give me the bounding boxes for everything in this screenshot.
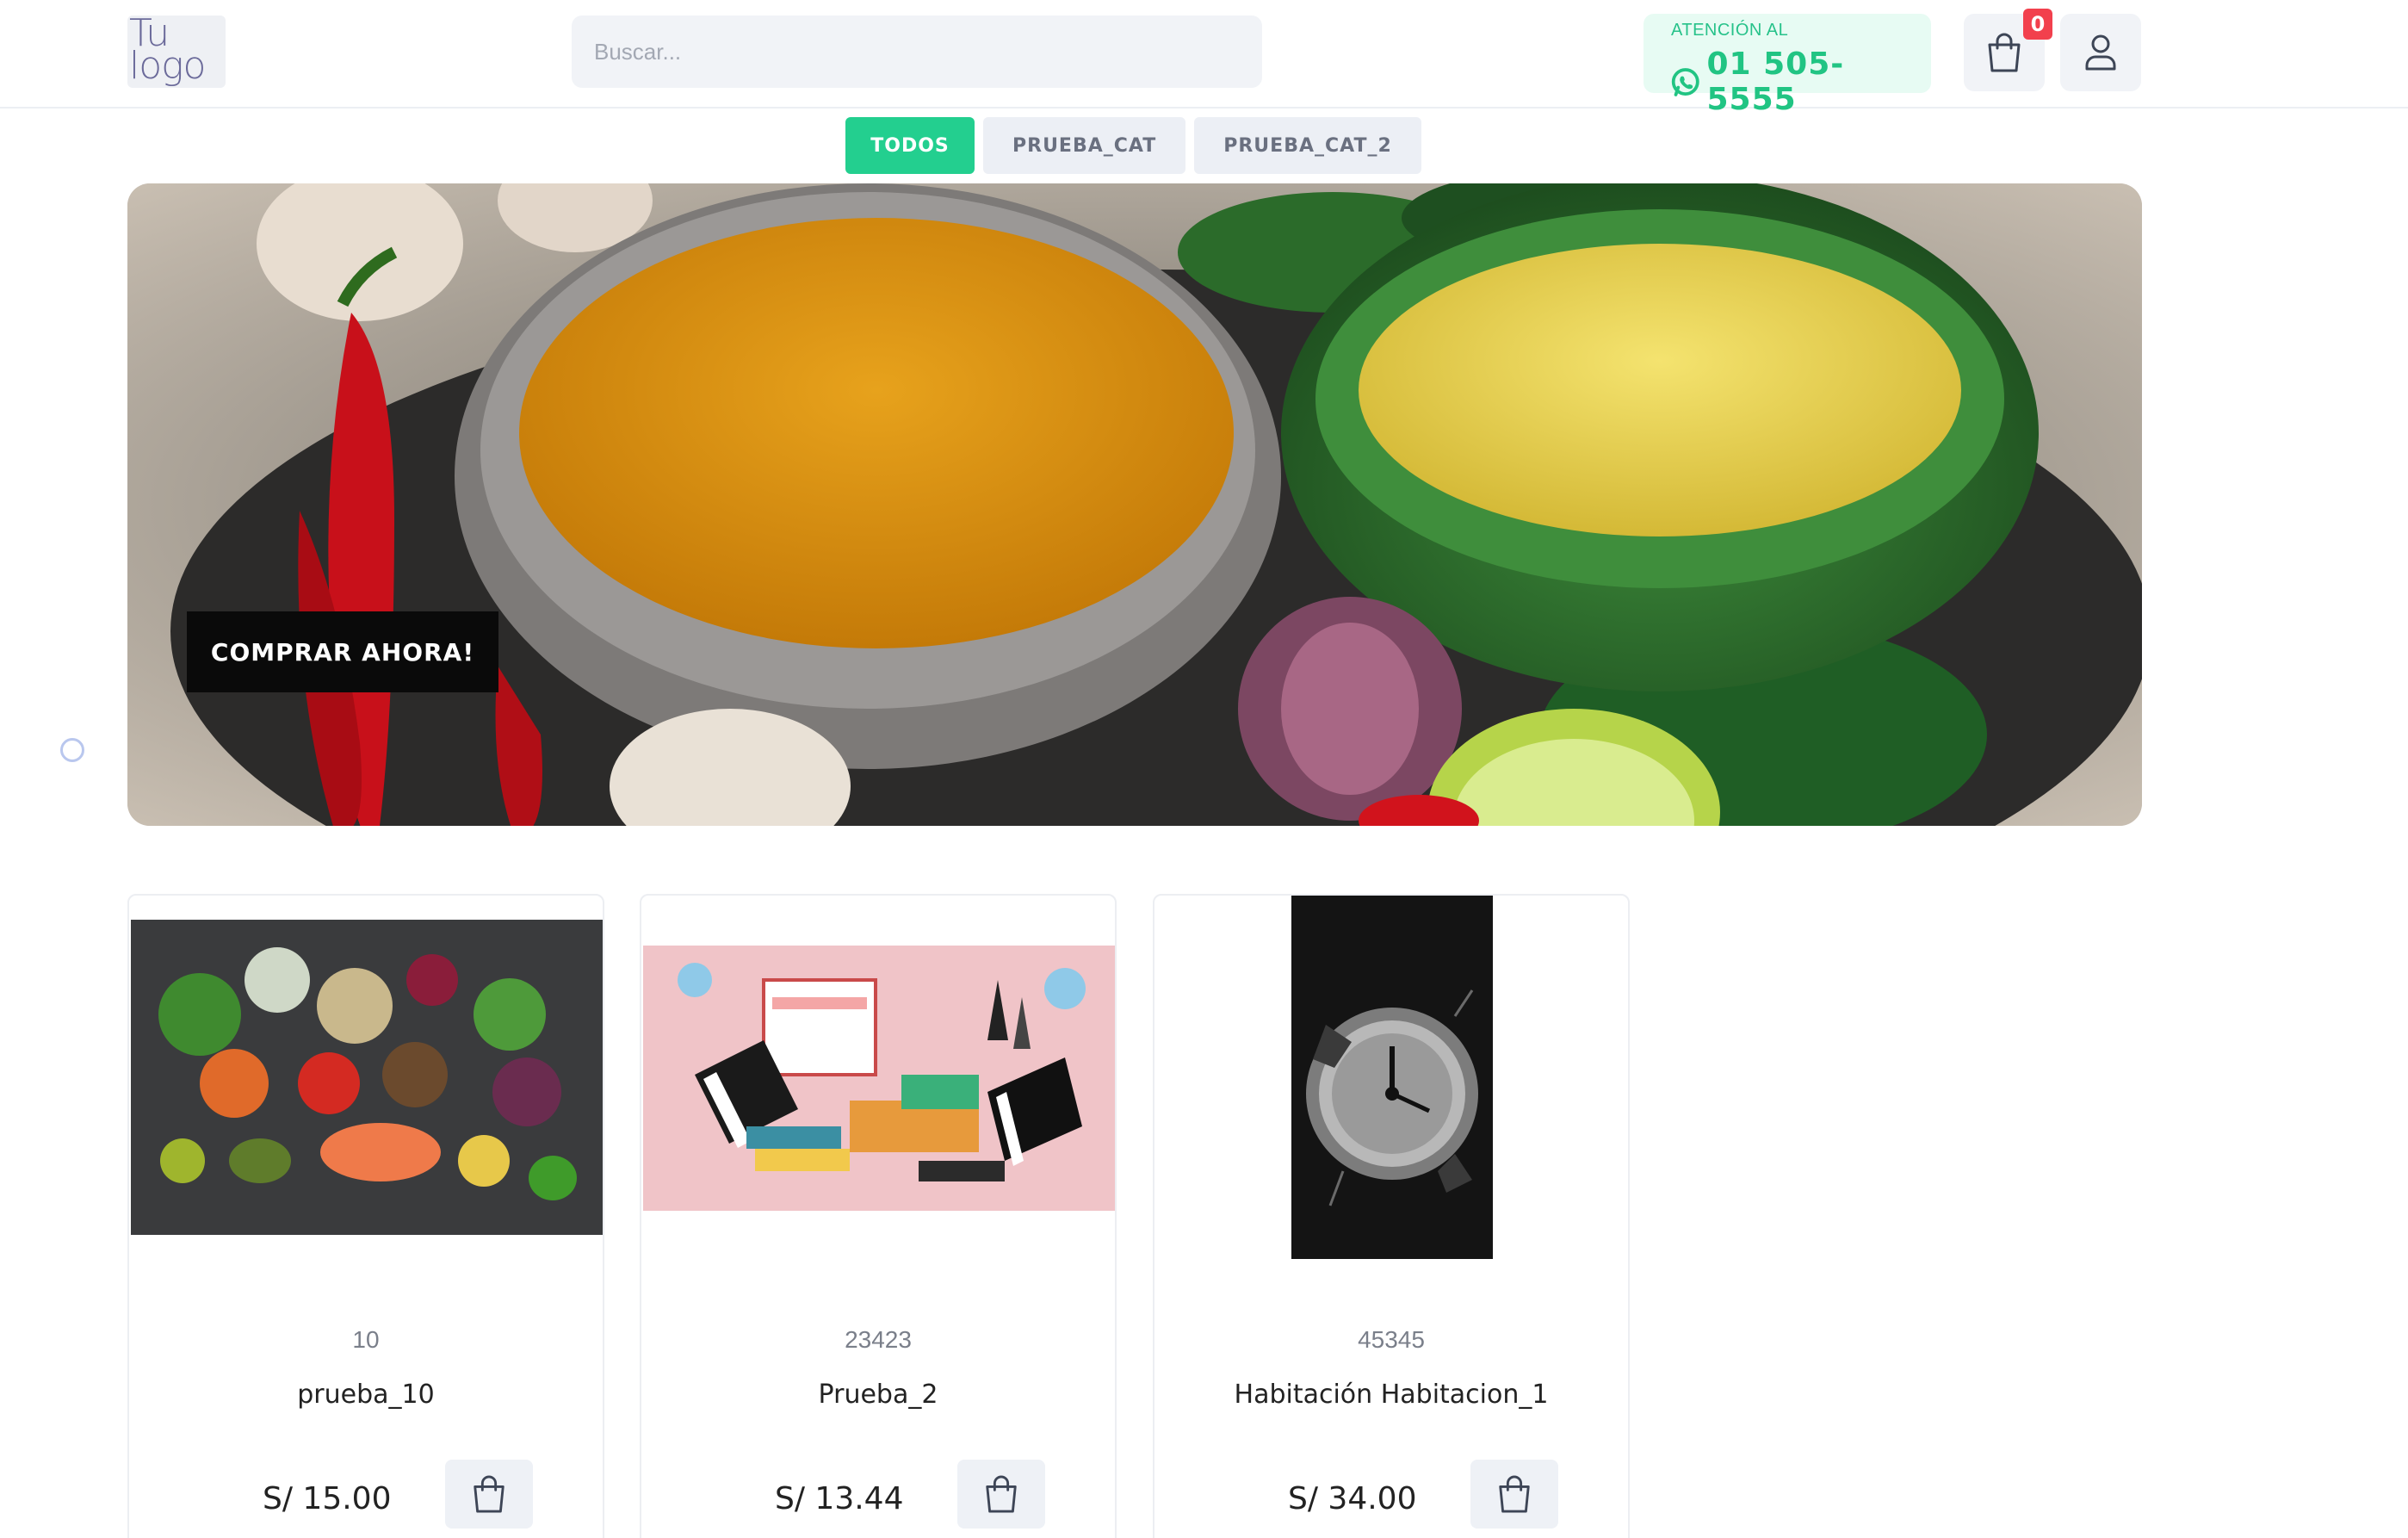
hero-spices-image bbox=[127, 183, 2142, 826]
product-price: S/ 15.00 bbox=[263, 1481, 392, 1516]
product-price: S/ 34.00 bbox=[1288, 1481, 1417, 1516]
site-header: Tu logo ATENCIÓN AL 01 505-5555 0 bbox=[0, 0, 2408, 117]
whatsapp-icon bbox=[1671, 68, 1699, 96]
product-image[interactable] bbox=[1291, 896, 1493, 1259]
shopping-bag-icon bbox=[474, 1475, 505, 1513]
product-image-clock bbox=[1291, 896, 1493, 1259]
product-code: 10 bbox=[352, 1326, 380, 1353]
product-card[interactable]: 10 prueba_10 S/ 15.00 bbox=[127, 894, 604, 1538]
cart-count-badge: 0 bbox=[2023, 9, 2052, 40]
contact-phone-box[interactable]: ATENCIÓN AL 01 505-5555 bbox=[1644, 14, 1931, 117]
user-icon bbox=[2085, 34, 2116, 71]
logo[interactable]: Tu logo bbox=[127, 15, 226, 88]
product-name[interactable]: prueba_10 bbox=[129, 1380, 603, 1410]
shopping-bag-icon bbox=[1988, 33, 2021, 72]
product-name[interactable]: Habitación Habitacion_1 bbox=[1154, 1380, 1628, 1410]
product-card[interactable]: 45345 Habitación Habitacion_1 S/ 34.00 bbox=[1153, 894, 1630, 1538]
product-image[interactable] bbox=[131, 920, 603, 1235]
contact-row: 01 505-5555 bbox=[1669, 47, 1931, 117]
add-to-cart-button[interactable] bbox=[445, 1460, 533, 1529]
product-image[interactable] bbox=[643, 946, 1115, 1211]
product-image-illustration bbox=[643, 946, 1115, 1211]
carousel-dot-2[interactable] bbox=[91, 738, 115, 762]
product-card[interactable]: 23423 Prueba_2 S/ 13.44 bbox=[640, 894, 1117, 1538]
carousel-dot-1[interactable] bbox=[60, 738, 84, 762]
add-to-cart-button[interactable] bbox=[957, 1460, 1045, 1529]
category-tabs: TODOS PRUEBA_CAT PRUEBA_CAT_2 bbox=[845, 117, 1421, 174]
user-account-button[interactable] bbox=[2060, 14, 2141, 91]
product-code: 45345 bbox=[1358, 1326, 1425, 1353]
product-price: S/ 13.44 bbox=[775, 1481, 904, 1516]
tab-prueba-cat-2[interactable]: PRUEBA_CAT_2 bbox=[1194, 117, 1421, 174]
contact-phone: 01 505-5555 bbox=[1706, 47, 1845, 117]
tab-todos[interactable]: TODOS bbox=[845, 117, 975, 174]
contact-label: ATENCIÓN AL bbox=[1671, 21, 1789, 40]
shopping-bag-icon bbox=[986, 1475, 1017, 1513]
product-code: 23423 bbox=[845, 1326, 912, 1353]
tab-prueba-cat[interactable]: PRUEBA_CAT bbox=[983, 117, 1186, 174]
add-to-cart-button[interactable] bbox=[1470, 1460, 1558, 1529]
logo-text-line2: logo bbox=[129, 44, 206, 88]
shopping-bag-icon bbox=[1499, 1475, 1530, 1513]
product-image-food bbox=[131, 920, 603, 1235]
carousel-dots bbox=[60, 738, 115, 762]
product-name[interactable]: Prueba_2 bbox=[641, 1380, 1115, 1410]
hero-banner[interactable]: COMPRAR AHORA! bbox=[127, 183, 2142, 826]
buy-now-button[interactable]: COMPRAR AHORA! bbox=[187, 611, 498, 692]
search-input[interactable] bbox=[572, 16, 1262, 88]
